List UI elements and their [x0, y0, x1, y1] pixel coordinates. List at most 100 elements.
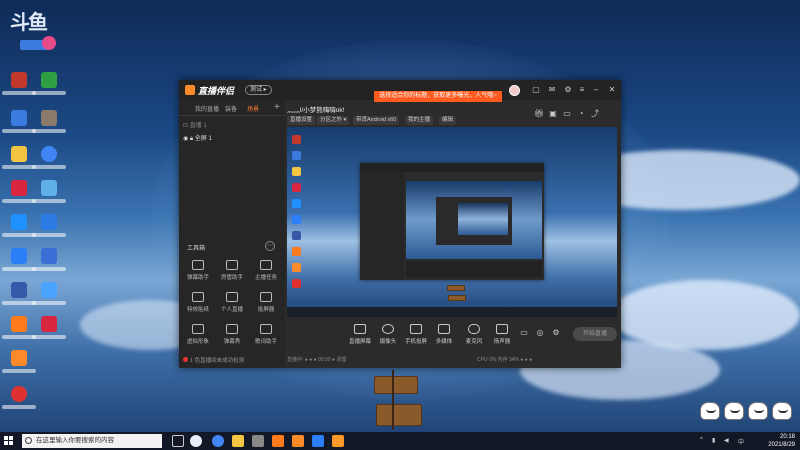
taskbar-search[interactable]: 在这里输入你要搜索的内容	[22, 434, 162, 448]
add-tab-icon[interactable]: +	[274, 102, 280, 113]
chip-live-settings[interactable]: 直播设置	[287, 116, 316, 125]
windows-start-icon[interactable]	[4, 436, 14, 446]
icon-label	[32, 301, 66, 305]
desktop-pet[interactable]	[748, 402, 768, 420]
room-title[interactable]: 灬灬l/小梦熊嗨嗨ok!	[287, 104, 344, 114]
tab-scene[interactable]: 场景	[247, 104, 259, 113]
app-taskbar-icon[interactable]	[332, 435, 344, 447]
app-taskbar-icon[interactable]	[292, 435, 304, 447]
skin-icon[interactable]: ▢	[531, 85, 541, 95]
tray-clock[interactable]: 20:18 2021/8/29	[755, 433, 795, 449]
menu-icon[interactable]: ≡	[577, 85, 587, 95]
ctrl-phone[interactable]: 手机投屏	[401, 324, 431, 345]
ctrl-media[interactable]: 多媒体	[429, 324, 459, 345]
lock-room-icon[interactable]: ▣	[548, 109, 558, 119]
tool-avatar[interactable]: 虚拟形象	[181, 324, 215, 352]
scene-item-label: 全屏 1	[194, 136, 212, 142]
toolbox-more-icon[interactable]: ⋯	[265, 241, 275, 251]
monitor-icon	[354, 324, 366, 334]
tool-danmu[interactable]: 弹幕助手	[181, 260, 215, 288]
chip-device[interactable]: 带货Android x60	[353, 116, 400, 125]
clock-time: 20:18	[779, 434, 795, 440]
tool-sticker[interactable]: 特效贴纸	[181, 292, 215, 320]
desktop-icon[interactable]	[32, 180, 66, 214]
desktop-icon[interactable]	[32, 214, 66, 248]
gear-icon[interactable]: ⚙	[551, 328, 561, 338]
desktop-icon[interactable]	[2, 248, 36, 282]
chip-edit[interactable]: 编辑	[439, 116, 457, 125]
tab-my-live[interactable]: 我的直播	[195, 104, 219, 113]
ctrl-mic[interactable]: 麦克风	[459, 324, 489, 345]
network-icon[interactable]: ▮	[712, 437, 719, 444]
user-avatar[interactable]	[509, 85, 520, 96]
bell-icon[interactable]: ◔	[576, 109, 586, 119]
tray-arrow-icon[interactable]: ^	[700, 437, 707, 444]
desktop-icon[interactable]	[2, 146, 36, 180]
chrome-taskbar-icon[interactable]	[212, 435, 224, 447]
desktop-icon[interactable]	[32, 72, 66, 106]
ctrl-label: 扬声器	[493, 339, 511, 345]
start-live-button[interactable]: 开始直播	[573, 327, 617, 341]
screen-icon[interactable]: ▭	[562, 109, 572, 119]
file-explorer-icon[interactable]	[232, 435, 244, 447]
qq-icon	[11, 386, 27, 402]
volume-icon[interactable]: ◀	[724, 437, 731, 444]
chip-category[interactable]: 分区之外 ▾	[317, 116, 350, 125]
share-icon[interactable]: ⤴	[590, 109, 600, 119]
scene-item[interactable]: ◉ 🔒︎ 全屏 1	[183, 134, 281, 144]
desktop-icon[interactable]	[2, 386, 36, 420]
desktop-icon[interactable]	[2, 282, 36, 316]
settings-icon[interactable]: ⚙	[563, 85, 573, 95]
record-icon[interactable]: ▭	[519, 328, 529, 338]
wallpaper-bridge-rope	[392, 370, 394, 430]
tab-equipment[interactable]: 装备	[225, 104, 237, 113]
live-companion-taskbar-icon[interactable]	[272, 435, 284, 447]
tool-danmu-show[interactable]: 弹幕秀	[215, 324, 249, 352]
ime-icon[interactable]: 中	[738, 437, 745, 446]
desktop-icon[interactable]	[2, 350, 36, 384]
desktop-icon[interactable]	[2, 214, 36, 248]
gift-icon[interactable]: 🎁︎	[534, 109, 544, 119]
tool-task[interactable]: 主播任务	[249, 260, 283, 288]
stream-preview[interactable]	[287, 127, 617, 317]
tool-lyrics[interactable]: 歌词助手	[249, 324, 283, 352]
task-view-icon[interactable]	[172, 435, 184, 447]
ctrl-camera[interactable]: 摄像头	[373, 324, 403, 345]
desktop-icon[interactable]	[2, 180, 36, 214]
preview-bridge-plank	[447, 285, 465, 291]
version-badge[interactable]: 测试 ▸	[245, 85, 272, 95]
ctrl-screen[interactable]: 直播屏幕	[345, 324, 375, 345]
desktop-icon[interactable]	[32, 110, 66, 144]
desktop-icon[interactable]	[32, 146, 66, 180]
desktop-icon[interactable]	[32, 248, 66, 282]
app-taskbar-icon[interactable]	[312, 435, 324, 447]
desktop-pet[interactable]	[700, 402, 720, 420]
message-icon[interactable]: ✉	[547, 85, 557, 95]
title-notice-banner[interactable]: 选择适合你的标题，获取更多曝光，人气哦~	[374, 91, 502, 102]
tool-projector[interactable]: 投屏器	[249, 292, 283, 320]
desktop-icon[interactable]	[2, 316, 36, 350]
weather-cloud-icon[interactable]	[190, 435, 202, 447]
icon-label	[32, 129, 66, 133]
tool-personal[interactable]: 个人直播	[215, 292, 249, 320]
tool-label: 弹幕助手	[186, 275, 209, 281]
desktop-icon[interactable]	[2, 72, 36, 106]
minimize-icon[interactable]: –	[591, 85, 601, 95]
lock-icon[interactable]: 🔒︎	[190, 136, 193, 142]
desktop-pet[interactable]	[724, 402, 744, 420]
desktop-pet[interactable]	[772, 402, 792, 420]
desktop-icon[interactable]	[32, 282, 66, 316]
close-icon[interactable]: ✕	[607, 85, 617, 95]
ctrl-speaker[interactable]: 扬声器	[487, 324, 517, 345]
douyu-logo[interactable]: 斗鱼	[6, 4, 56, 56]
app-taskbar-icon[interactable]	[252, 435, 264, 447]
tool-admin[interactable]: 房管助手	[215, 260, 249, 288]
chip-anchor[interactable]: 我的主播	[405, 116, 434, 125]
desktop-icon[interactable]	[2, 110, 36, 144]
eye-icon[interactable]: ◎	[535, 328, 545, 338]
preview-taskbar	[287, 307, 617, 317]
desktop-icon[interactable]	[32, 316, 66, 350]
visibility-icon[interactable]: ◉	[183, 136, 188, 142]
scene-header: ⊡ 直播 1	[183, 123, 207, 129]
preview-icon	[292, 199, 301, 208]
